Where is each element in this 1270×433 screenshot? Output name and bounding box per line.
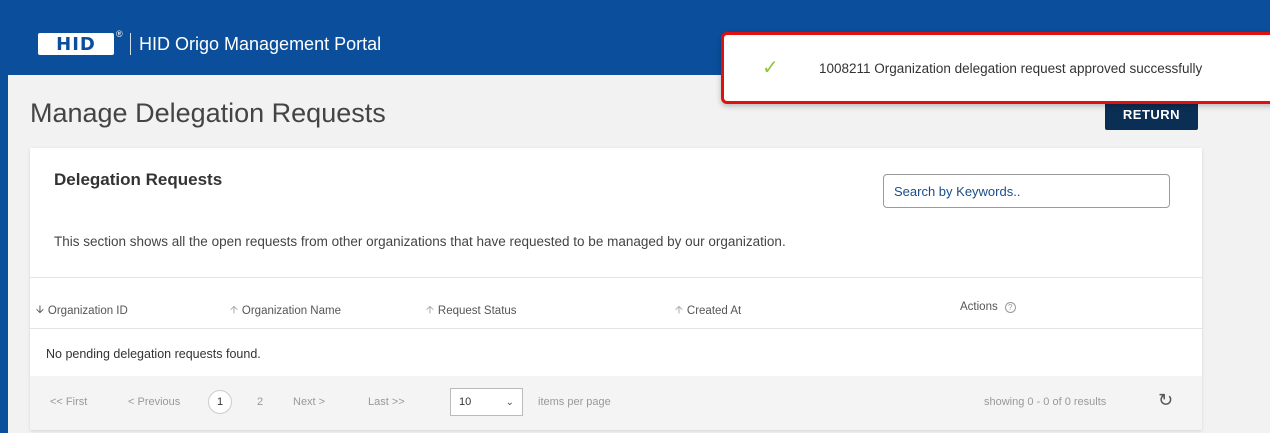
empty-state-message: No pending delegation requests found. xyxy=(46,347,261,361)
portal-title: HID Origo Management Portal xyxy=(139,34,382,54)
results-summary: showing 0 - 0 of 0 results xyxy=(984,396,1107,408)
arrow-up-icon: 🡩 xyxy=(426,304,434,316)
column-header-actions: Actions ? xyxy=(960,301,1016,313)
toast-message: 1008211 Organization delegation request … xyxy=(819,61,1203,76)
delegation-requests-card: Delegation Requests This section shows a… xyxy=(30,148,1202,430)
first-page-link[interactable]: << First xyxy=(50,396,87,408)
column-header-created-at[interactable]: 🡩 Created At xyxy=(675,301,741,320)
page-title: Manage Delegation Requests xyxy=(30,98,386,128)
left-edge-bar xyxy=(0,0,8,433)
previous-page-link[interactable]: < Previous xyxy=(128,396,180,408)
success-toast[interactable]: ✓ 1008211 Organization delegation reques… xyxy=(721,32,1270,104)
last-page-link[interactable]: Last >> xyxy=(368,396,405,408)
column-header-request-status[interactable]: 🡩 Request Status xyxy=(426,301,517,320)
column-label: Organization ID xyxy=(47,304,128,317)
help-icon[interactable]: ? xyxy=(1004,301,1016,313)
column-label: Request Status xyxy=(437,304,517,317)
next-page-link[interactable]: Next > xyxy=(293,396,325,408)
pagination-bar: << First < Previous 1 2 Next > Last >> 1… xyxy=(30,376,1202,430)
column-header-organization-id[interactable]: 🡫 Organization ID xyxy=(36,301,128,320)
search-input[interactable] xyxy=(883,174,1170,208)
column-label: Created At xyxy=(686,304,742,317)
column-label: Organization Name xyxy=(241,304,341,317)
items-per-page-label: items per page xyxy=(538,396,611,408)
column-header-organization-name[interactable]: 🡩 Organization Name xyxy=(230,301,341,320)
arrow-up-icon: 🡩 xyxy=(230,304,238,316)
card-description: This section shows all the open requests… xyxy=(54,234,786,249)
page-size-select[interactable]: 10 ⌄ xyxy=(450,388,523,416)
chevron-down-icon: ⌄ xyxy=(505,396,514,408)
refresh-icon[interactable]: ↻ xyxy=(1158,390,1173,411)
page-size-value: 10 xyxy=(459,396,472,408)
page-1-button[interactable]: 1 xyxy=(208,390,232,414)
check-icon: ✓ xyxy=(762,57,779,79)
card-title: Delegation Requests xyxy=(54,170,223,189)
arrow-down-icon: 🡫 xyxy=(36,304,44,316)
divider xyxy=(30,277,1202,278)
page-2-button[interactable]: 2 xyxy=(257,396,263,408)
logo-trademark: ® xyxy=(116,29,123,39)
divider xyxy=(30,328,1202,329)
column-label: Actions xyxy=(960,301,998,313)
arrow-up-icon: 🡩 xyxy=(675,304,683,316)
hid-logo[interactable]: HID xyxy=(38,33,114,55)
header-divider xyxy=(130,33,131,55)
